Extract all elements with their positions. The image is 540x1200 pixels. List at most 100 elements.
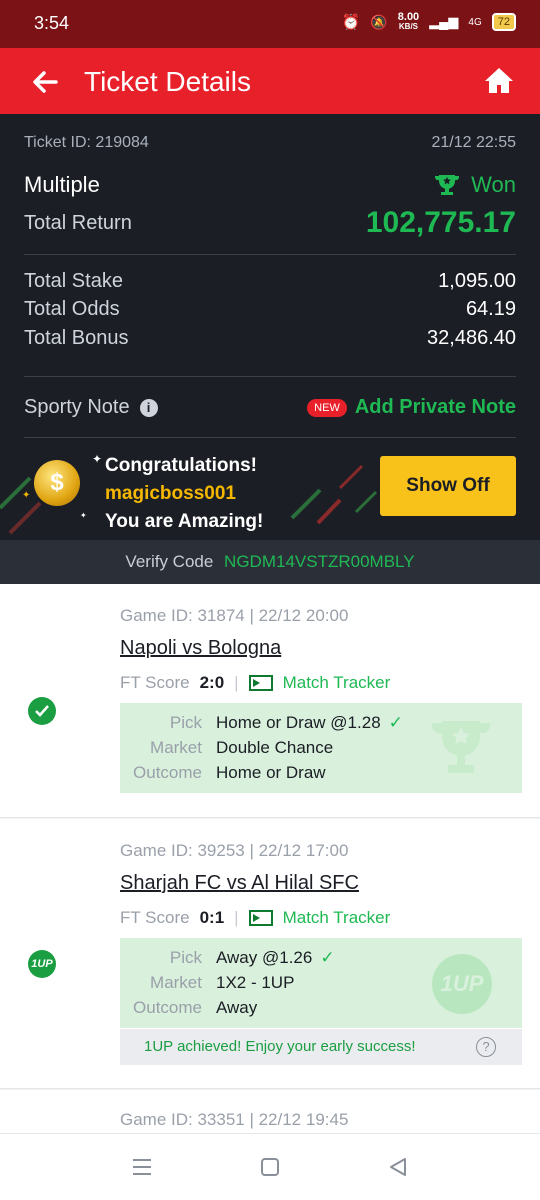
ft-score-row: FT Score 0:1 | Match Tracker: [120, 908, 390, 928]
network-type: 4G: [468, 16, 482, 28]
ticket-type: Multiple: [24, 172, 100, 197]
sporty-note: Sporty Note i: [24, 396, 158, 419]
total-return-label: Total Return: [24, 211, 132, 234]
status-icons: ⏰ 🔕 8.00 KB/S ▂▄▆ 4G 72: [342, 12, 516, 32]
match-title[interactable]: Napoli vs Bologna: [120, 637, 281, 660]
outcome-label: Outcome: [133, 763, 202, 782]
coin-icon: $: [34, 460, 80, 506]
verify-code-bar: Verify Code NGDM14VSTZR00MBLY: [0, 540, 540, 584]
battery-icon: 72: [491, 13, 516, 31]
add-private-note-button[interactable]: NEW Add Private Note: [307, 396, 516, 419]
odds-row: Total Odds 64.19: [24, 298, 516, 321]
pick-label: Pick: [169, 948, 202, 967]
odds-value: 64.19: [465, 298, 516, 320]
ft-score: 2:0: [199, 673, 225, 692]
app-bar: Ticket Details: [0, 48, 540, 114]
verify-label: Verify Code: [125, 552, 214, 571]
back-arrow-icon[interactable]: [28, 66, 60, 98]
divider: [24, 376, 516, 377]
add-private-note-label: Add Private Note: [354, 396, 516, 418]
ticket-id-row: Ticket ID: 219084 21/12 22:55: [24, 134, 516, 152]
ticket-status: Won: [433, 172, 516, 198]
status-time: 3:54: [34, 13, 70, 33]
outcome-value: Away: [216, 998, 258, 1017]
info-icon[interactable]: i: [139, 398, 158, 417]
ft-score-label: FT Score: [120, 908, 190, 927]
congrats-text: Congratulations! magicboss001 You are Am…: [105, 452, 263, 536]
help-icon[interactable]: ?: [476, 1037, 496, 1057]
one-up-watermark-icon: 1UP: [432, 954, 492, 1014]
new-badge: NEW: [307, 398, 347, 417]
congrats-banner: ✦ ✦ ✦ $ Congratulations! magicboss001 Yo…: [0, 438, 540, 540]
match-tracker-label: Match Tracker: [282, 673, 391, 692]
congrats-username: magicboss001: [105, 483, 236, 504]
one-up-badge-icon: 1UP: [28, 950, 56, 978]
tracker-icon: [248, 910, 273, 926]
separator: |: [234, 673, 239, 692]
checkmark-icon: ✓: [388, 713, 403, 732]
market-label: Market: [150, 738, 202, 757]
total-return-row: Total Return 102,775.17: [24, 206, 516, 240]
match-tracker-link[interactable]: Match Tracker: [248, 908, 391, 928]
alarm-icon: ⏰: [341, 14, 361, 31]
odds-label: Total Odds: [24, 298, 120, 320]
stake-row: Total Stake 1,095.00: [24, 270, 516, 293]
sporty-note-label: Sporty Note: [24, 396, 130, 418]
separator: |: [234, 908, 239, 927]
signal-icon: ▂▄▆: [429, 14, 459, 29]
trophy-watermark-icon: [432, 721, 490, 773]
stake-label: Total Stake: [24, 270, 123, 292]
home-icon[interactable]: [484, 66, 514, 96]
bonus-row: Total Bonus 32,486.40: [24, 327, 516, 350]
bonus-label: Total Bonus: [24, 327, 129, 349]
ticket-datetime: 21/12 22:55: [431, 134, 516, 151]
market-value: Double Chance: [216, 738, 334, 757]
verify-code[interactable]: NGDM14VSTZR00MBLY: [224, 552, 415, 571]
congrats-line3: You are Amazing!: [105, 511, 264, 532]
pick-value: Away @1.26: [216, 948, 313, 967]
home-nav-icon[interactable]: [258, 1156, 282, 1178]
svg-text:✦: ✦: [22, 490, 30, 501]
stake-value: 1,095.00: [438, 270, 516, 292]
svg-text:✦: ✦: [92, 452, 102, 466]
checkmark-icon: ✓: [320, 948, 335, 967]
match-tracker-link[interactable]: Match Tracker: [248, 673, 391, 693]
ticket-type-row: Multiple Won: [24, 172, 516, 198]
status-bar: 3:54 ⏰ 🔕 8.00 KB/S ▂▄▆ 4G 72: [0, 0, 540, 48]
success-message-bar: 1UP achieved! Enjoy your early success! …: [120, 1029, 522, 1065]
game-meta: Game ID: 39253 | 22/12 17:00: [120, 841, 349, 860]
pick-box: Pick Home or Draw @1.28 ✓ Market Double …: [120, 703, 522, 793]
back-nav-icon[interactable]: [386, 1156, 410, 1178]
outcome-label: Outcome: [133, 998, 202, 1017]
ticket-id: Ticket ID: 219084: [24, 134, 149, 151]
sporty-note-row: Sporty Note i NEW Add Private Note: [24, 396, 516, 419]
congrats-line1: Congratulations!: [105, 455, 257, 476]
menu-icon[interactable]: [130, 1156, 154, 1178]
status-label: Won: [471, 172, 516, 197]
tracker-icon: [248, 675, 273, 691]
game-card: 1UP Game ID: 39253 | 22/12 17:00 Sharjah…: [0, 819, 540, 1089]
show-off-button[interactable]: Show Off: [380, 456, 516, 516]
pick-value: Home or Draw @1.28: [216, 713, 381, 732]
system-nav-bar: [0, 1134, 540, 1200]
pick-label: Pick: [169, 713, 202, 732]
mute-icon: 🔕: [370, 13, 388, 30]
ft-score: 0:1: [199, 908, 225, 927]
market-label: Market: [150, 973, 202, 992]
check-circle-icon: [28, 697, 56, 725]
pick-box: 1UP Pick Away @1.26 ✓ Market 1X2 - 1UP O…: [120, 938, 522, 1028]
ft-score-label: FT Score: [120, 673, 190, 692]
game-meta: Game ID: 31874 | 22/12 20:00: [120, 606, 349, 625]
match-title[interactable]: Sharjah FC vs Al Hilal SFC: [120, 872, 359, 895]
total-return-value: 102,775.17: [365, 206, 516, 239]
game-meta: Game ID: 33351 | 22/12 19:45: [120, 1110, 349, 1129]
success-message: 1UP achieved! Enjoy your early success!: [144, 1038, 416, 1055]
net-speed: 8.00 KB/S: [398, 12, 419, 32]
outcome-value: Home or Draw: [216, 763, 326, 782]
divider: [24, 254, 516, 255]
bonus-value: 32,486.40: [427, 327, 516, 349]
match-tracker-label: Match Tracker: [282, 908, 391, 927]
game-card: Game ID: 31874 | 22/12 20:00 Napoli vs B…: [0, 584, 540, 818]
trophy-icon: [435, 175, 460, 195]
net-speed-unit: KB/S: [398, 22, 419, 31]
